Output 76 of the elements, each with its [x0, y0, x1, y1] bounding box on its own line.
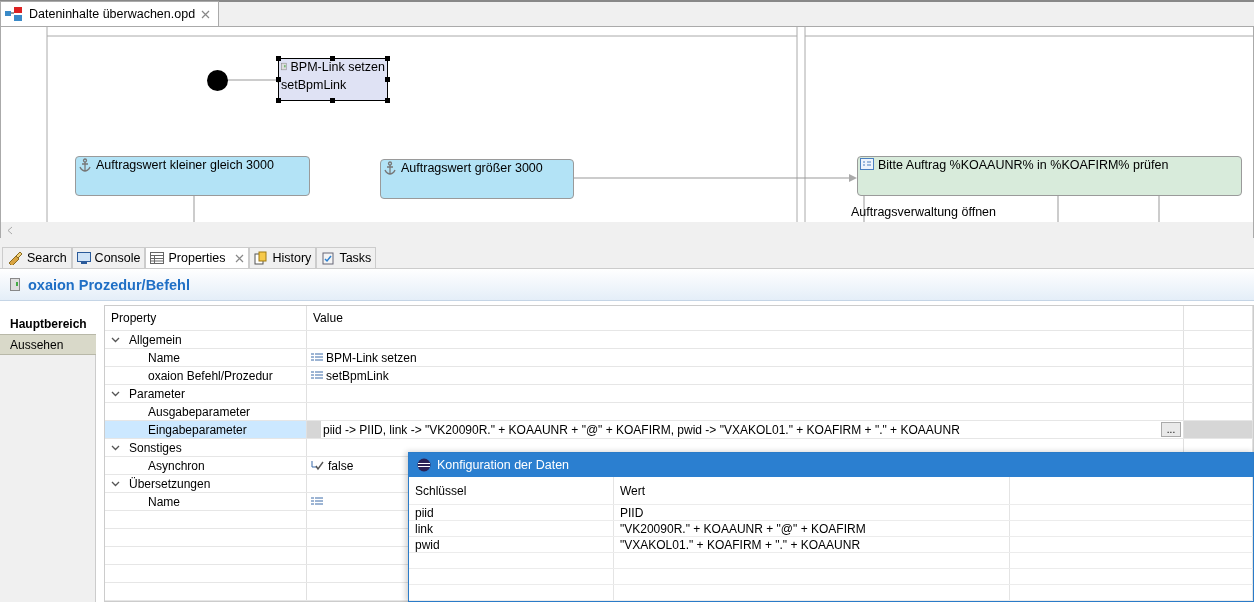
chevron-icon[interactable] [111, 480, 120, 487]
start-node[interactable] [207, 70, 228, 91]
category-label: Übersetzungen [129, 476, 211, 491]
view-tab[interactable]: Console [71, 247, 146, 268]
category-label: Allgemein [129, 332, 182, 347]
property-name[interactable]: Name [105, 493, 307, 510]
diagram-icon [5, 7, 23, 21]
column-header[interactable]: Schlüssel [409, 477, 614, 505]
key-cell: link [409, 521, 614, 537]
resize-handle[interactable] [276, 56, 281, 61]
property-value: false [328, 458, 354, 473]
chevron-icon[interactable] [111, 336, 120, 343]
document-icon [10, 278, 20, 291]
node-label: BPM-Link setzen [290, 60, 385, 74]
property-name[interactable]: oxaion Befehl/Prozedur [105, 367, 307, 384]
flashlight-icon [7, 251, 23, 265]
property-value: setBpmLink [326, 368, 389, 383]
table-icon [150, 252, 165, 264]
property-value: BPM-Link setzen [326, 350, 417, 365]
view-tab[interactable]: Search [2, 247, 72, 268]
resize-handle[interactable] [276, 98, 281, 103]
side-tab[interactable]: Aussehen [0, 334, 96, 355]
column-header[interactable]: Wert [614, 477, 1010, 505]
column-header[interactable]: Property [105, 306, 307, 330]
list-icon [311, 371, 323, 380]
resize-handle[interactable] [276, 76, 281, 82]
node-subtitle: setBpmLink [281, 78, 348, 92]
document-icon [281, 60, 287, 73]
resize-handle[interactable] [330, 98, 335, 103]
chevron-icon[interactable] [111, 444, 120, 451]
value-cell: "VK20090R." + KOAAUNR + "@" + KOAFIRM [614, 521, 1010, 537]
condition-node[interactable]: Auftragswert größer 3000 [380, 159, 574, 199]
chevron-icon[interactable] [111, 390, 120, 397]
close-icon[interactable] [201, 9, 211, 19]
view-tab[interactable]: History [249, 247, 317, 268]
value-cell: PIID [614, 505, 1010, 521]
category-label: Sonstiges [129, 440, 182, 455]
property-name[interactable]: Name [105, 349, 307, 366]
node-label: Bitte Auftrag %KOAAUNR% in %KOAFIRM% prüfen [878, 158, 1169, 172]
category-label: Parameter [129, 386, 186, 401]
editor-tab[interactable]: Dateninhalte überwachen.opd [0, 1, 220, 26]
properties-title: oxaion Prozedur/Befehl [28, 276, 190, 293]
resize-handle[interactable] [330, 56, 335, 61]
scroll-left-icon[interactable] [7, 225, 13, 235]
view-tab[interactable]: Tasks [316, 247, 377, 268]
app-logo-icon [417, 458, 431, 472]
resize-handle[interactable] [385, 76, 390, 82]
column-header[interactable]: Value [307, 306, 1184, 330]
close-icon[interactable] [235, 253, 245, 263]
view-tab[interactable]: Properties [145, 247, 250, 268]
property-name[interactable]: Ausgabeparameter [105, 403, 307, 420]
activity-node[interactable]: Bitte Auftrag %KOAAUNR% in %KOAFIRM% prüfen [857, 156, 1242, 196]
form-icon [860, 158, 874, 170]
edge-label: Auftragsverwaltung öffnen [851, 205, 996, 219]
dialog-title: Konfiguration der Daten [437, 458, 570, 472]
key-cell: pwid [409, 537, 614, 553]
property-name[interactable]: Asynchron [105, 457, 307, 474]
property-name[interactable]: Eingabeparameter [105, 421, 307, 438]
resize-handle[interactable] [385, 56, 390, 61]
value-cell: "VXAKOL01." + KOAFIRM + "." + KOAAUNR [614, 537, 1010, 553]
monitor-icon [76, 251, 91, 265]
browse-button[interactable]: ... [1161, 422, 1181, 437]
connector-line [193, 196, 195, 222]
clipboard-check-icon [321, 251, 336, 265]
key-cell: piid [409, 505, 614, 521]
list-icon [311, 497, 323, 506]
node-label: Auftragswert größer 3000 [401, 161, 543, 175]
condition-node[interactable]: Auftragswert kleiner gleich 3000 [75, 156, 310, 196]
anchor-icon [383, 161, 397, 175]
list-icon [311, 353, 323, 362]
task-node[interactable]: BPM-Link setzen setBpmLink [278, 58, 388, 101]
node-label: Auftragswert kleiner gleich 3000 [96, 158, 274, 172]
anchor-icon [78, 158, 92, 172]
checkmark-icon [311, 460, 325, 471]
resize-handle[interactable] [385, 98, 390, 103]
document-stack-icon [254, 251, 269, 265]
